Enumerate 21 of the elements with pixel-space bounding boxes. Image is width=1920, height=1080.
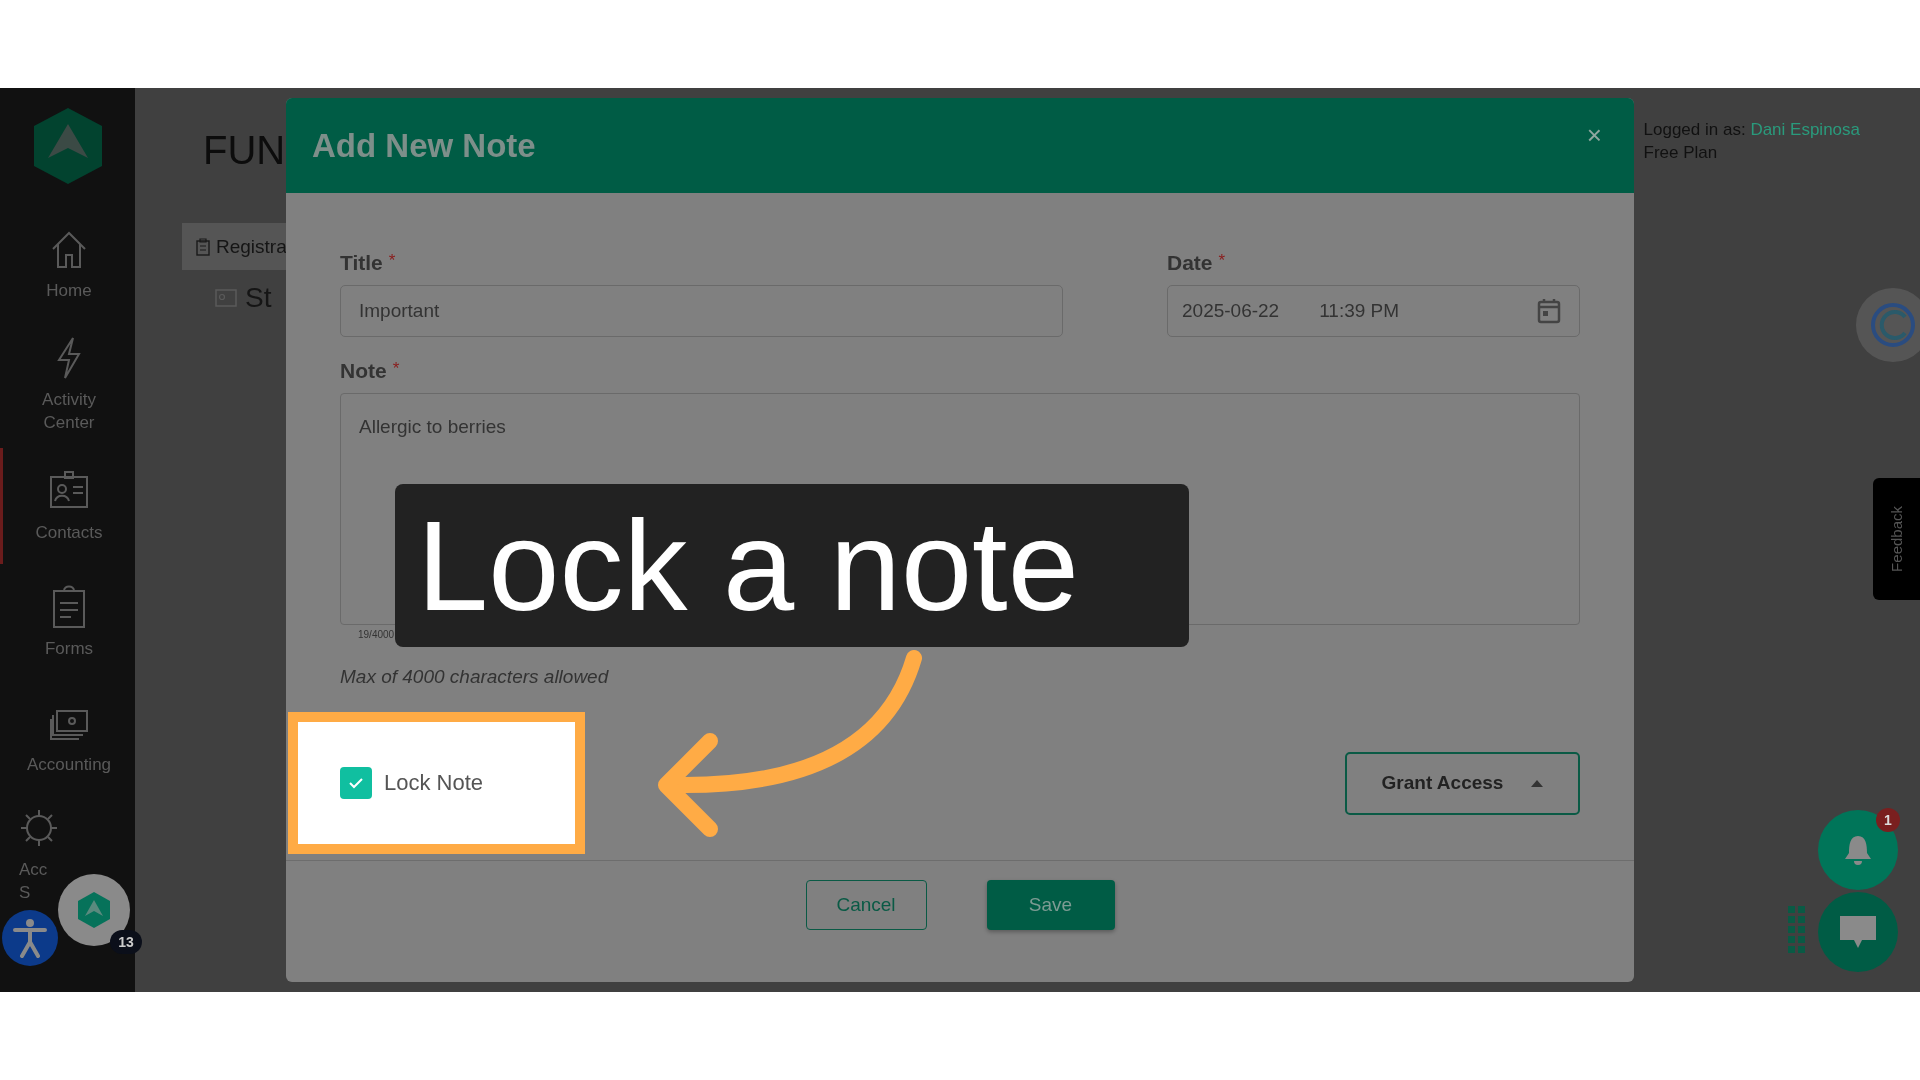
notification-count: 1 (1876, 808, 1900, 832)
sidebar-label: Acc (19, 859, 48, 881)
hint-text: Max of 4000 characters allowed (340, 666, 610, 688)
required-mark: * (392, 359, 400, 379)
sidebar-label: Center (43, 412, 95, 434)
feedback-label: Feedback (1888, 506, 1905, 572)
field-label: Date (1167, 251, 1213, 275)
callout-text: Lock a note (417, 501, 1079, 630)
sidebar-label: Activity (42, 389, 96, 411)
checkbox-label: Lock Note (384, 770, 484, 796)
field-label: Note (340, 359, 387, 383)
character-counter: 19/4000 (358, 629, 396, 640)
sidebar-label: Home (46, 279, 92, 302)
sidebar-label: Forms (44, 637, 94, 660)
sidebar-label: Contacts (35, 521, 103, 544)
sidebar-label: S (19, 882, 31, 904)
dialog-title: Add New Note (312, 126, 536, 165)
required-mark: * (1218, 251, 1226, 271)
required-mark: * (388, 251, 396, 271)
sidebar-label: Accounting (26, 753, 112, 776)
field-label: Title (340, 251, 383, 275)
